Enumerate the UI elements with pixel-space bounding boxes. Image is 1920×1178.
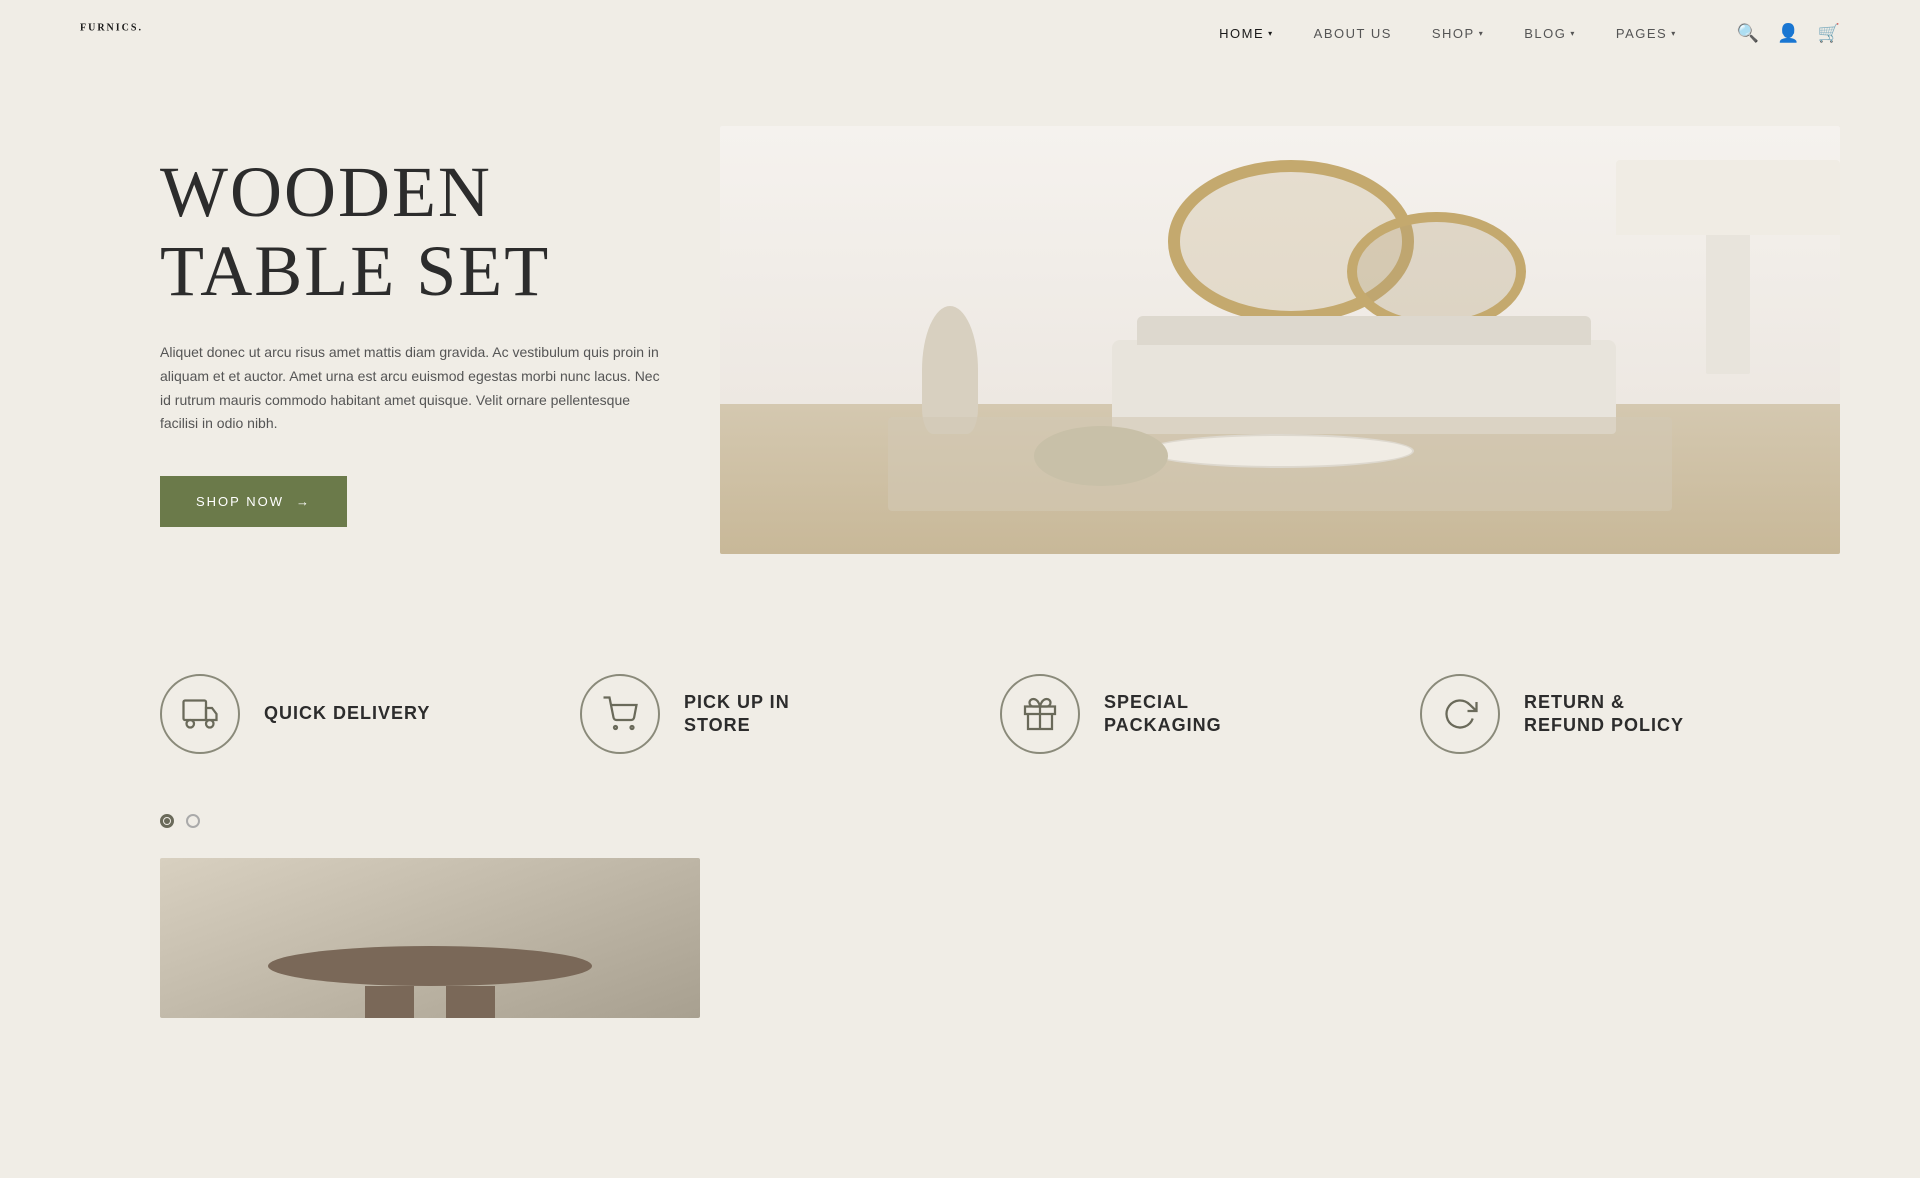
- nav-item-home[interactable]: HOME ▾: [1219, 26, 1274, 41]
- quick-delivery-label: QUICK DELIVERY: [264, 702, 430, 725]
- user-icon[interactable]: 👤: [1777, 24, 1799, 42]
- gift-icon: [1022, 696, 1058, 732]
- truck-icon: [182, 696, 218, 732]
- refresh-icon: [1442, 696, 1478, 732]
- chevron-down-icon: ▾: [1570, 29, 1576, 38]
- shopping-cart-icon: [602, 696, 638, 732]
- feature-special-packaging: SPECIAL PACKAGING: [1000, 674, 1420, 754]
- nav-item-pages[interactable]: PAGES ▾: [1616, 26, 1677, 41]
- chevron-down-icon: ▾: [1671, 29, 1677, 38]
- table-silhouette: [268, 946, 592, 986]
- header: FURNICS. HOME ▾ ABOUT US SHOP ▾ BLOG ▾ P…: [0, 0, 1920, 66]
- hero-image: [720, 126, 1840, 554]
- lamp-decoration: [1706, 160, 1751, 374]
- plant-decoration: [922, 306, 978, 434]
- special-packaging-icon-circle: [1000, 674, 1080, 754]
- shop-now-button[interactable]: SHOP NOW →: [160, 476, 347, 527]
- shop-now-label: SHOP NOW: [196, 494, 284, 509]
- search-icon[interactable]: 🔍: [1737, 24, 1759, 42]
- special-packaging-label: SPECIAL PACKAGING: [1104, 691, 1222, 738]
- nav-item-blog[interactable]: BLOG ▾: [1524, 26, 1576, 41]
- ottoman-decoration: [1034, 426, 1168, 486]
- quick-delivery-icon-circle: [160, 674, 240, 754]
- feature-quick-delivery: QUICK DELIVERY: [160, 674, 580, 754]
- return-refund-label: RETURN & REFUND POLICY: [1524, 691, 1684, 738]
- return-refund-icon-circle: [1420, 674, 1500, 754]
- dot-2[interactable]: [186, 814, 200, 828]
- nav-icon-group: 🔍 👤 🛒: [1737, 24, 1840, 42]
- nav-item-shop[interactable]: SHOP ▾: [1432, 26, 1484, 41]
- bottom-preview-image: [160, 858, 700, 1018]
- main-nav: HOME ▾ ABOUT US SHOP ▾ BLOG ▾ PAGES ▾ 🔍 …: [1219, 24, 1840, 42]
- dot-1[interactable]: [160, 814, 174, 828]
- feature-return-refund: RETURN & REFUND POLICY: [1420, 674, 1840, 754]
- carousel-dots: [0, 794, 1920, 858]
- nav-item-about[interactable]: ABOUT US: [1314, 26, 1392, 41]
- logo[interactable]: FURNICS.: [80, 17, 143, 49]
- chevron-down-icon: ▾: [1268, 29, 1274, 38]
- features-section: QUICK DELIVERY PICK UP IN STORE: [0, 614, 1920, 794]
- bottom-image-strip: [0, 858, 1920, 1018]
- hero-description: Aliquet donec ut arcu risus amet mattis …: [160, 341, 660, 436]
- chevron-down-icon: ▾: [1479, 29, 1485, 38]
- pick-up-icon-circle: [580, 674, 660, 754]
- mirror-decoration-2: [1347, 212, 1526, 332]
- hero-title: WOODEN TABLE SET: [160, 153, 660, 311]
- arrow-icon: →: [296, 494, 311, 509]
- hero-section: WOODEN TABLE SET Aliquet donec ut arcu r…: [0, 66, 1920, 614]
- pick-up-label: PICK UP IN STORE: [684, 691, 790, 738]
- feature-pick-up-in-store: PICK UP IN STORE: [580, 674, 1000, 754]
- hero-text-block: WOODEN TABLE SET Aliquet donec ut arcu r…: [160, 153, 720, 528]
- cart-icon[interactable]: 🛒: [1818, 24, 1840, 42]
